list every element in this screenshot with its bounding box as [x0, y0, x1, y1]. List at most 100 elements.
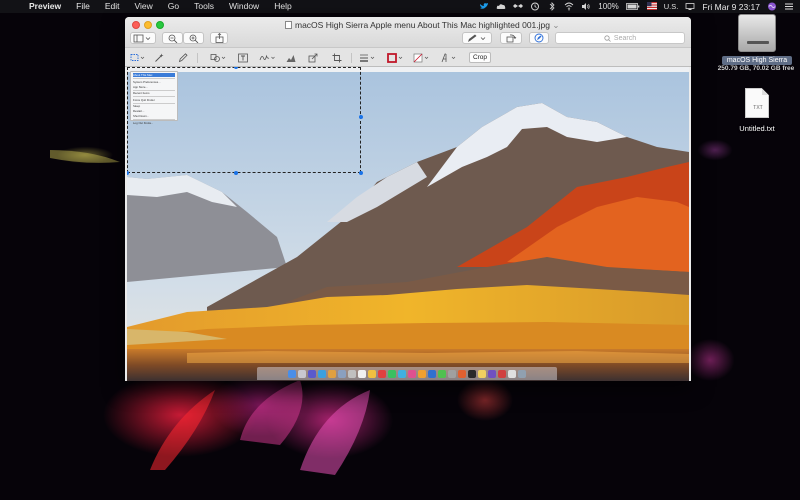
- dock-app-icon: [288, 369, 296, 378]
- battery-percent[interactable]: 100%: [598, 2, 618, 11]
- volume-icon[interactable]: [581, 2, 591, 11]
- search-placeholder: Search: [613, 34, 637, 42]
- time-machine-icon[interactable]: [530, 2, 540, 11]
- adjust-size-tool[interactable]: [307, 52, 319, 64]
- search-icon: [604, 34, 611, 42]
- display-icon[interactable]: [685, 2, 695, 11]
- shapes-tool[interactable]: [209, 52, 229, 64]
- battery-icon[interactable]: [625, 2, 640, 11]
- text-tool[interactable]: [237, 52, 249, 64]
- menu-go[interactable]: Go: [161, 0, 187, 13]
- border-color-tool[interactable]: [387, 52, 405, 64]
- text-style-icon: [441, 53, 456, 63]
- crop-icon: [332, 53, 342, 63]
- input-source-label[interactable]: U.S.: [664, 2, 679, 11]
- menu-preview[interactable]: Preview: [22, 0, 69, 13]
- close-button[interactable]: [132, 21, 140, 29]
- text-file-icon[interactable]: TXT: [745, 88, 769, 118]
- instant-alpha-tool[interactable]: [153, 52, 165, 64]
- search-field[interactable]: Search: [555, 32, 685, 44]
- text-style-tool[interactable]: [440, 52, 458, 64]
- rect-selection-icon: [130, 54, 145, 61]
- share-button[interactable]: [210, 32, 228, 44]
- view-menu-button[interactable]: [130, 32, 156, 44]
- dropbox-icon[interactable]: [513, 2, 524, 11]
- screenshot-dock: [257, 367, 557, 380]
- crop-tool[interactable]: [331, 52, 343, 64]
- selection-handle-bottom[interactable]: [234, 171, 238, 175]
- notification-center-icon[interactable]: [784, 2, 794, 11]
- fill-color-icon: [413, 53, 429, 63]
- selection-handle-bottom-right[interactable]: [359, 171, 363, 175]
- minimize-button[interactable]: [144, 21, 152, 29]
- rotate-button[interactable]: [500, 32, 522, 44]
- window-title[interactable]: macOS High Sierra Apple menu About This …: [285, 20, 560, 31]
- dock-app-icon: [318, 369, 326, 378]
- cloud-icon[interactable]: [496, 2, 506, 11]
- toolbar-separator: [197, 53, 198, 63]
- zoom-out-button[interactable]: [162, 32, 183, 44]
- dock-app-icon: [458, 369, 466, 378]
- document-image[interactable]: About This Mac System Preferences... App…: [127, 67, 689, 381]
- border-color-icon: [387, 53, 403, 63]
- menu-edit[interactable]: Edit: [98, 0, 128, 13]
- sketch-tool[interactable]: [176, 52, 190, 64]
- dock-app-icon: [398, 369, 406, 378]
- dock-app-icon: [298, 369, 306, 378]
- shapes-icon: [210, 54, 226, 62]
- dock-app-icon: [448, 369, 456, 378]
- siri-icon[interactable]: [767, 2, 777, 11]
- dock-app-icon: [438, 369, 446, 378]
- markup-toolbar-button[interactable]: [529, 32, 549, 44]
- adjust-color-icon: [286, 55, 296, 62]
- wifi-icon[interactable]: [564, 2, 574, 11]
- drive-slot: [747, 41, 769, 44]
- fill-color-tool[interactable]: [413, 52, 431, 64]
- markup-icon: [534, 33, 544, 43]
- text-file-label[interactable]: Untitled.txt: [725, 124, 789, 133]
- menu-help[interactable]: Help: [267, 0, 299, 13]
- dock-app-icon: [368, 369, 376, 378]
- zoom-in-button[interactable]: [183, 32, 204, 44]
- sign-tool[interactable]: [258, 52, 278, 64]
- menu-bar: Preview File Edit View Go Tools Window H…: [0, 0, 800, 13]
- twitter-icon[interactable]: [479, 2, 489, 11]
- window-title-text: macOS High Sierra Apple menu About This …: [295, 20, 550, 30]
- dock-app-icon: [498, 369, 506, 378]
- us-flag-icon[interactable]: [646, 2, 657, 11]
- dock-app-icon: [418, 369, 426, 378]
- menu-view[interactable]: View: [128, 0, 161, 13]
- hard-drive-icon[interactable]: [738, 14, 776, 52]
- menu-window[interactable]: Window: [222, 0, 267, 13]
- sidebar-view-icon: [133, 34, 151, 42]
- bluetooth-icon[interactable]: [547, 2, 557, 11]
- preview-window: macOS High Sierra Apple menu About This …: [125, 17, 691, 381]
- signature-icon: [259, 54, 275, 61]
- hard-drive-capacity: 250.79 GB, 70.02 GB free: [717, 65, 795, 72]
- menu-file[interactable]: File: [69, 0, 98, 13]
- crop-button[interactable]: Crop: [469, 52, 491, 63]
- pencil-icon: [178, 53, 188, 63]
- markup-pen-button[interactable]: [462, 32, 492, 44]
- dock-app-icon: [358, 369, 366, 378]
- rectangular-selection[interactable]: [127, 67, 361, 173]
- markup-toolbar: Crop: [125, 47, 691, 67]
- menu-tools[interactable]: Tools: [187, 0, 222, 13]
- dock-app-icon: [428, 369, 436, 378]
- selection-handle-right[interactable]: [359, 115, 363, 119]
- dock-app-icon: [518, 369, 526, 378]
- rect-selection-tool[interactable]: [129, 52, 147, 64]
- adjust-color-tool[interactable]: [285, 52, 297, 64]
- hard-drive-label[interactable]: macOS High Sierra: [722, 56, 792, 65]
- dock-app-icon: [478, 369, 486, 378]
- line-style-tool[interactable]: [359, 52, 377, 64]
- title-bar[interactable]: macOS High Sierra Apple menu About This …: [125, 17, 691, 47]
- maximize-button[interactable]: [156, 21, 164, 29]
- line-style-icon: [360, 54, 375, 62]
- dock-app-icon: [508, 369, 516, 378]
- title-chevron-icon[interactable]: ⌄: [552, 20, 559, 30]
- document-icon: [285, 21, 292, 29]
- rotate-icon: [506, 34, 517, 42]
- clock[interactable]: Fri Mar 9 23:17: [702, 2, 760, 12]
- dock-app-icon: [488, 369, 496, 378]
